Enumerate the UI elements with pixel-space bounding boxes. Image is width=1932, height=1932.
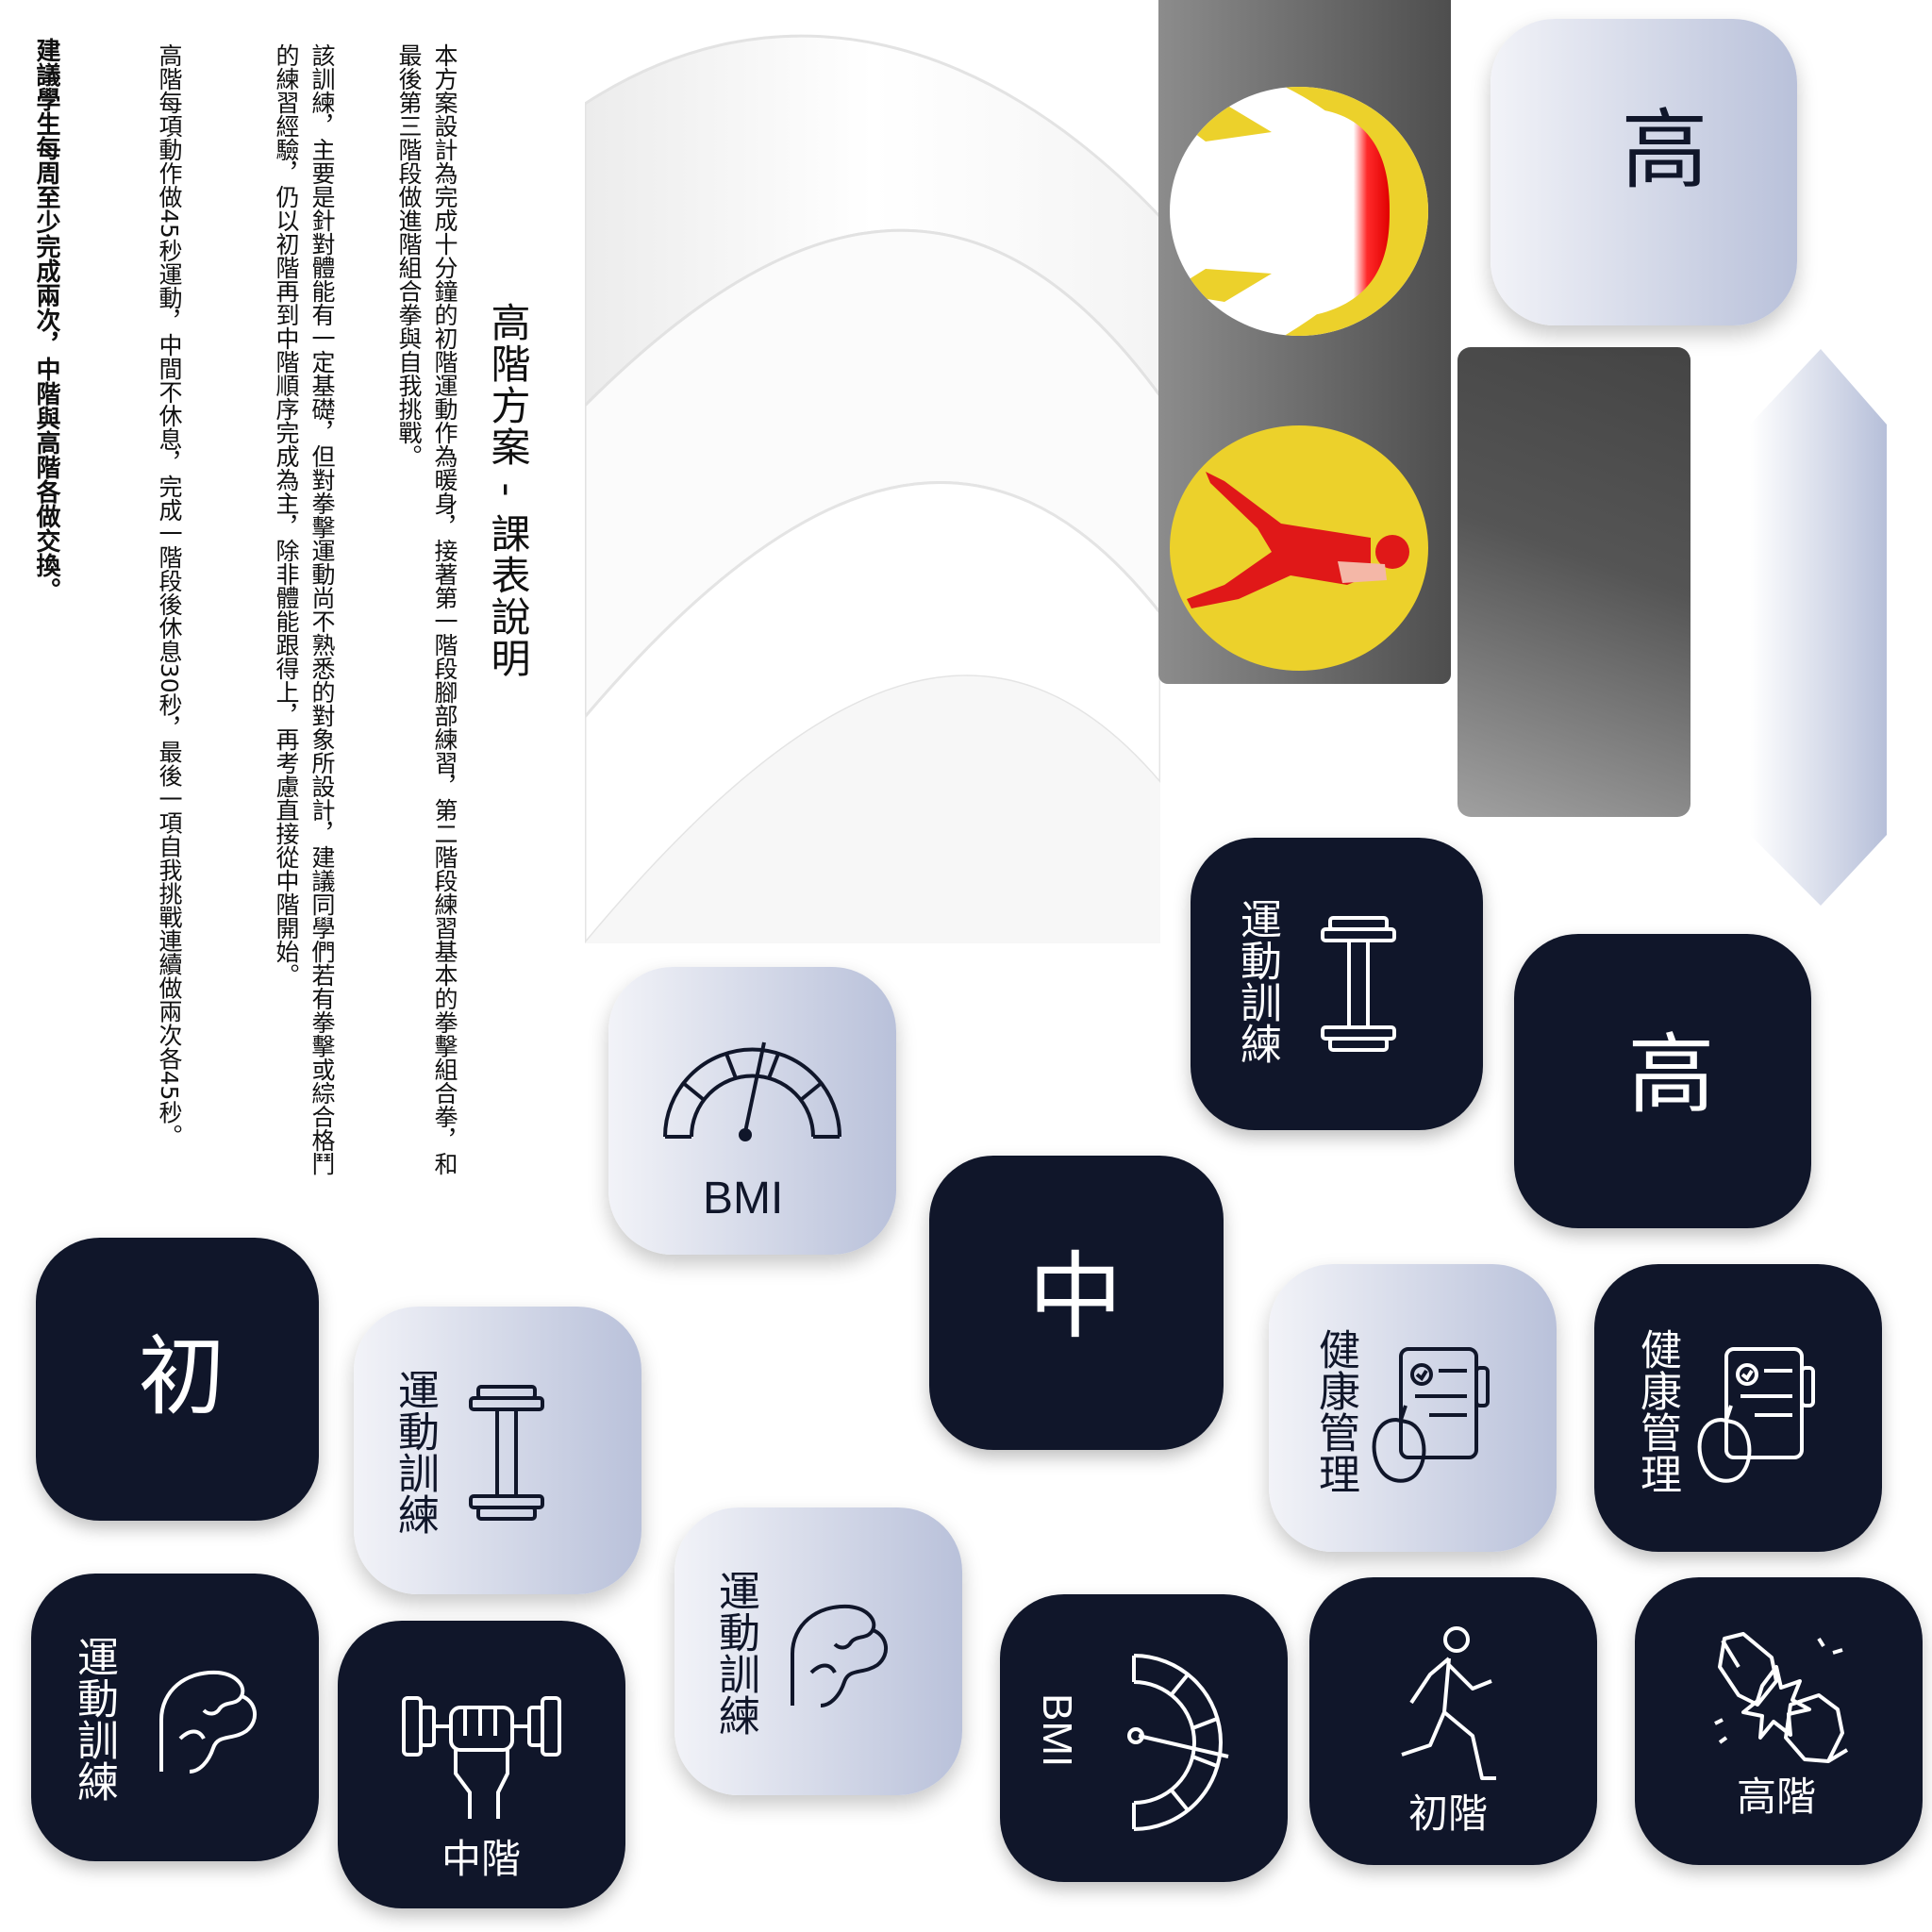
advanced-label: 高階 xyxy=(1737,1774,1817,1820)
doc-paragraph-4: 建議學生每周至少完成兩次，中階與高階各做交換。 xyxy=(32,38,60,602)
boxing-glove-photo xyxy=(1170,87,1428,336)
dark-gradient-panel xyxy=(1457,347,1690,817)
level-advanced-char-tile-dark[interactable]: 高 xyxy=(1514,934,1811,1228)
wave-decoration xyxy=(585,0,1160,943)
bmi-tile-dark[interactable]: BMI xyxy=(1000,1594,1288,1882)
training-tile-light[interactable]: 運動訓練 xyxy=(354,1307,641,1594)
training-label: 運動訓練 xyxy=(391,1369,439,1535)
runner-icon xyxy=(1401,1626,1496,1780)
dumbbell-icon xyxy=(469,1385,544,1521)
photo-panel xyxy=(1158,0,1451,684)
dumbbell-icon xyxy=(1321,916,1396,1052)
training-tile-light-bicep[interactable]: 運動訓練 xyxy=(675,1507,962,1795)
gauge-icon xyxy=(1127,1654,1229,1831)
level-advanced-char-tile[interactable]: 高 xyxy=(1491,19,1797,325)
bicep-icon xyxy=(159,1670,257,1774)
char-label: 高 xyxy=(1607,104,1707,191)
fist-dumbbell-icon xyxy=(402,1696,561,1819)
char-label: 初 xyxy=(124,1330,225,1417)
health-tile-light[interactable]: 健康管理 xyxy=(1269,1264,1557,1552)
boxing-gloves-icon xyxy=(1714,1632,1849,1763)
char-label: 高 xyxy=(1613,1028,1714,1115)
char-label: 中 xyxy=(1028,1241,1123,1352)
gauge-icon xyxy=(663,1041,841,1141)
bicep-icon xyxy=(791,1604,888,1707)
training-tile-dark-bicep[interactable]: 運動訓練 xyxy=(31,1574,319,1861)
beginner-label: 初階 xyxy=(1408,1790,1489,1837)
intermediate-label: 中階 xyxy=(441,1836,522,1882)
doc-paragraph-3: 高階每項動作做45秒運動，中間不休息，完成一階段後休息30秒，最後一項自我挑戰連… xyxy=(156,43,183,1148)
doc-paragraph-2: 該訓練，主要是針對體能有一定基礎，但對拳擊運動尚不熟悉的對象所設計，建議同學們若… xyxy=(273,43,336,1175)
athlete-photo xyxy=(1170,425,1428,671)
clipboard-apple-icon xyxy=(1372,1347,1490,1483)
doc-title: 高階方案 - 課表說明 xyxy=(485,302,531,679)
training-label: 運動訓練 xyxy=(70,1636,118,1802)
health-label: 健康管理 xyxy=(1311,1328,1359,1494)
beginner-level-tile[interactable]: 初階 xyxy=(1309,1577,1597,1865)
training-tile-dark[interactable]: 運動訓練 xyxy=(1191,838,1483,1130)
health-label: 健康管理 xyxy=(1633,1328,1681,1494)
advanced-level-tile[interactable]: 高階 xyxy=(1635,1577,1923,1865)
training-label: 運動訓練 xyxy=(711,1570,759,1736)
bmi-label: BMI xyxy=(1034,1693,1080,1768)
level-beginner-char-tile[interactable]: 初 xyxy=(36,1238,319,1521)
bmi-tile-light[interactable]: BMI xyxy=(608,967,896,1255)
bmi-label: BMI xyxy=(703,1174,784,1224)
health-tile-dark[interactable]: 健康管理 xyxy=(1594,1264,1882,1552)
doc-paragraph-1: 本方案設計為完成十分鐘的初階運動作為暖身，接著第一階段腳部練習，第二階段練習基本… xyxy=(395,43,458,1175)
hexagon-decoration xyxy=(1750,349,1887,906)
clipboard-apple-icon xyxy=(1697,1347,1815,1483)
training-label: 運動訓練 xyxy=(1233,898,1281,1064)
intermediate-level-tile[interactable]: 中階 xyxy=(338,1621,625,1908)
level-intermediate-char-tile[interactable]: 中 xyxy=(929,1156,1224,1450)
